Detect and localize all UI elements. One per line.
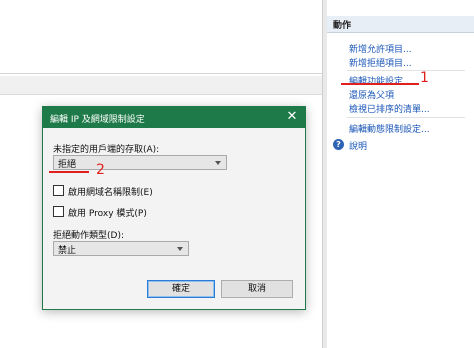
cancel-button[interactable]: 取消 [221, 280, 293, 298]
action-revert-to-parent[interactable]: 還原為父項 [349, 88, 394, 101]
help-label: 說明 [349, 142, 368, 152]
actions-separator [347, 70, 465, 71]
actions-header: 動作 [327, 16, 474, 33]
edit-ip-domain-restriction-dialog: 編輯 IP 及網域限制設定 ✕ 未指定的用戶端的存取(A): 拒絕 啟用網域名稱… [42, 106, 306, 310]
deny-action-type-value: 禁止 [58, 246, 77, 256]
actions-header-title: 動作 [333, 21, 352, 31]
unspecified-client-access-select[interactable]: 拒絕 [53, 155, 227, 170]
action-edit-feature-settings[interactable]: 編輯功能設定... [349, 74, 412, 87]
annotation-underline-2 [49, 171, 89, 173]
main-header-strip [0, 76, 322, 95]
main-divider-line [0, 73, 322, 74]
help-icon: ? [333, 139, 344, 150]
annotation-marker-1: 1 [420, 70, 429, 86]
close-icon[interactable]: ✕ [285, 110, 299, 124]
chevron-down-icon [177, 247, 183, 251]
actions-pane: 動作 新增允許項目... 新增拒絕項目... 編輯功能設定... 還原為父項 檢… [327, 0, 474, 348]
action-add-deny-entry[interactable]: 新增拒絕項目... [349, 56, 412, 69]
dialog-title: 編輯 IP 及網域限制設定 [50, 115, 145, 125]
action-edit-dynamic-restriction[interactable]: 編輯動態限制設定... [349, 122, 430, 135]
unspecified-client-access-label: 未指定的用戶端的存取(A): [53, 145, 160, 155]
action-add-allow-entry[interactable]: 新增允許項目... [349, 42, 412, 55]
deny-action-type-select[interactable]: 禁止 [53, 241, 189, 256]
unspecified-client-access-value: 拒絕 [58, 160, 77, 170]
action-view-ordered-list[interactable]: 檢視已排序的清單... [349, 102, 430, 115]
dialog-titlebar[interactable]: 編輯 IP 及網域限制設定 ✕ [43, 107, 305, 128]
enable-domain-restriction-label: 啟用網域名稱限制(E) [68, 188, 153, 198]
deny-action-type-label: 拒絕動作類型(D): [53, 231, 124, 241]
enable-domain-restriction-checkbox[interactable] [53, 185, 64, 196]
chevron-down-icon [215, 161, 221, 165]
annotation-marker-2: 2 [96, 162, 105, 178]
annotation-underline-1 [341, 83, 419, 85]
enable-proxy-mode-checkbox[interactable] [53, 206, 64, 217]
ok-button[interactable]: 確定 [147, 280, 215, 298]
actions-separator [347, 117, 465, 118]
enable-proxy-mode-label: 啟用 Proxy 模式(P) [68, 209, 147, 219]
